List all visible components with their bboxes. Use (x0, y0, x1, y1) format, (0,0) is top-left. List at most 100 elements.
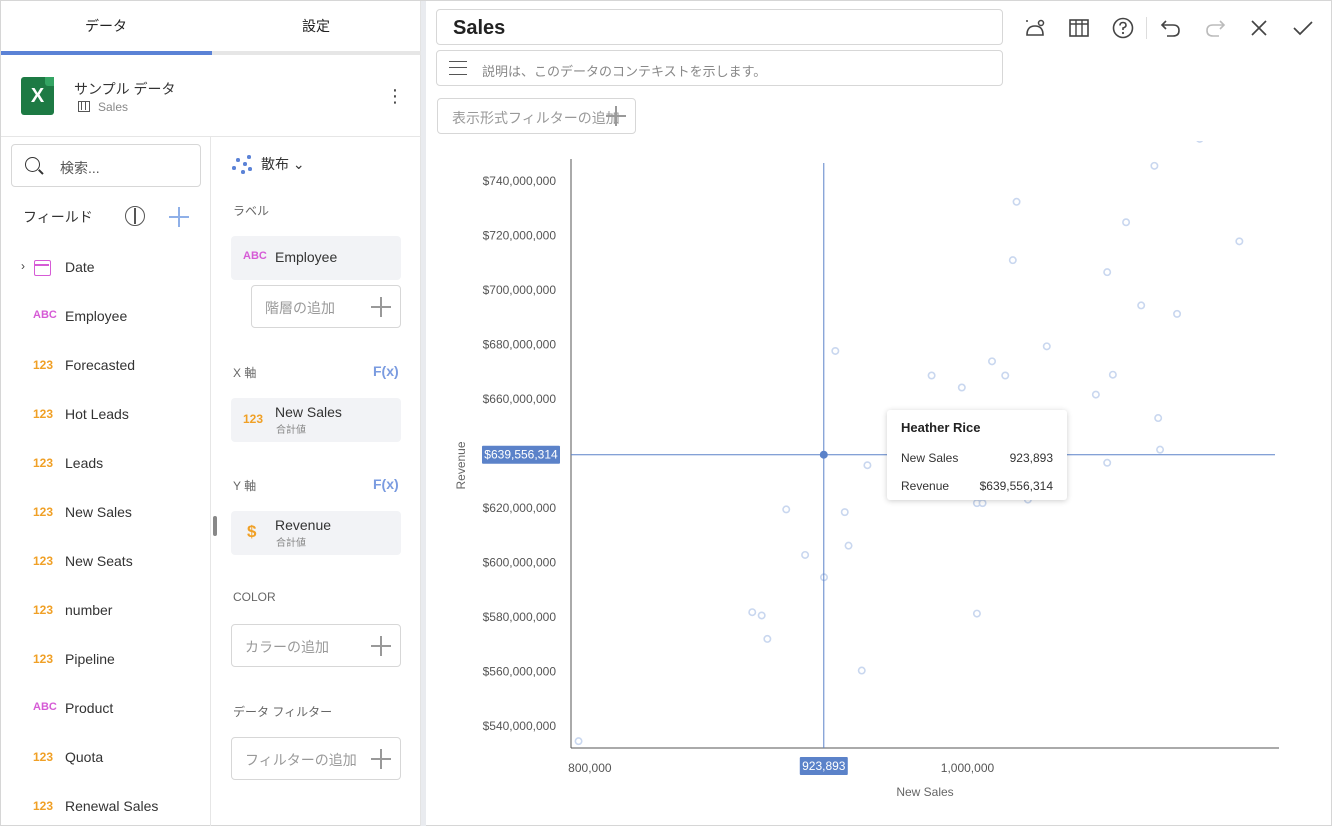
help-icon[interactable] (1110, 15, 1136, 41)
y-axis-title: Revenue (454, 441, 468, 489)
plus-icon (606, 106, 626, 126)
data-point (972, 609, 981, 618)
more-options-icon[interactable]: ⋮ (385, 87, 405, 107)
scatter-chart[interactable]: $540,000,000 $560,000,000 $580,000,000 $600… (431, 141, 1331, 826)
add-filter-button[interactable]: フィルターの追加 (231, 737, 401, 780)
menu-lines-icon (449, 61, 467, 75)
data-point (1150, 161, 1159, 170)
field-item-new-seats[interactable]: 123 New Seats (1, 538, 209, 587)
redo-icon[interactable] (1202, 15, 1228, 41)
label-section-title: ラベル (233, 204, 270, 218)
data-point (763, 634, 772, 643)
data-point-tooltip: Heather Rice New Sales 923,893 Revenue $… (887, 410, 1067, 500)
data-point (831, 346, 840, 355)
field-label: number (65, 602, 113, 618)
data-point (748, 608, 757, 617)
tooltip-key: New Sales (901, 451, 959, 465)
field-item-renewal-sales[interactable]: 123 Renewal Sales (1, 783, 209, 826)
data-point (1235, 237, 1244, 246)
close-icon[interactable] (1246, 15, 1272, 41)
number-type-icon: 123 (33, 456, 54, 470)
visualization-title-input[interactable]: Sales (436, 9, 1003, 45)
number-type-icon: 123 (33, 407, 54, 421)
y-tick-label: $720,000,000 (483, 228, 557, 242)
data-point (1012, 197, 1021, 206)
visualization-type-selector[interactable]: 散布 ⌄ (231, 154, 305, 174)
field-label: Leads (65, 455, 104, 471)
field-item-product[interactable]: ABC Product (1, 685, 209, 734)
table-icon[interactable] (1066, 15, 1092, 41)
data-point (1122, 218, 1131, 227)
add-color-button[interactable]: カラーの追加 (231, 624, 401, 667)
x-crosshair-label: 923,893 (802, 759, 846, 773)
calendar-icon (34, 260, 51, 276)
data-point (1108, 370, 1117, 379)
data-source-table: Sales (78, 100, 128, 114)
field-item-date[interactable]: › Date (1, 244, 209, 293)
x-axis-section-title: X 軸 (233, 366, 257, 380)
data-point (1173, 309, 1182, 318)
add-hierarchy-button[interactable]: 階層の追加 (251, 285, 401, 328)
excel-icon: X (21, 77, 54, 115)
y-tick-label: $540,000,000 (483, 719, 557, 733)
data-point (863, 461, 872, 470)
field-item-hot-leads[interactable]: 123 Hot Leads (1, 391, 209, 440)
field-label: Pipeline (65, 651, 115, 667)
field-item-employee[interactable]: ABC Employee (1, 293, 209, 342)
x-axis-field-pill[interactable]: 123 New Sales 合計値 (231, 398, 401, 442)
field-search-input[interactable]: 検索... (11, 144, 201, 187)
x-tick-label: 800,000 (568, 761, 612, 775)
field-item-forecasted[interactable]: 123 Forecasted (1, 342, 209, 391)
add-visual-filter-button[interactable]: 表示形式フィルターの追加 (437, 98, 636, 134)
add-field-button[interactable] (169, 207, 189, 227)
data-point (1008, 256, 1017, 265)
y-tick-label: $680,000,000 (483, 337, 557, 351)
number-type-icon: 123 (33, 652, 54, 666)
data-source-table-label: Sales (98, 100, 129, 114)
add-hierarchy-placeholder: 階層の追加 (265, 300, 335, 316)
data-point (978, 499, 987, 508)
search-placeholder: 検索... (60, 160, 100, 176)
add-filter-placeholder: フィルターの追加 (245, 752, 357, 768)
tab-data[interactable]: データ (1, 1, 211, 51)
y-axis-formula-button[interactable]: F(x) (373, 476, 399, 492)
chart-canvas[interactable]: $540,000,000 $560,000,000 $580,000,000 $600… (431, 141, 1331, 826)
x-axis-formula-button[interactable]: F(x) (373, 363, 399, 379)
field-label: Employee (65, 308, 128, 324)
number-type-icon: 123 (33, 750, 54, 764)
theme-icon[interactable] (1022, 15, 1048, 41)
app-window: データ 設定 X サンプル データ Sales ⋮ 検索... フィールド › … (0, 0, 1332, 826)
panel-splitter[interactable] (421, 1, 426, 826)
y-tick-label: $580,000,000 (483, 610, 557, 624)
y-tick-label: $700,000,000 (483, 283, 557, 297)
y-crosshair-label: $639,556,314 (484, 448, 558, 462)
toolbar-separator (1146, 17, 1147, 39)
field-item-quota[interactable]: 123 Quota (1, 734, 209, 783)
undo-icon[interactable] (1158, 15, 1184, 41)
y-tick-label: $660,000,000 (483, 392, 557, 406)
data-point (782, 505, 791, 514)
label-field-pill[interactable]: ABC Employee (231, 236, 401, 280)
field-item-leads[interactable]: 123 Leads (1, 440, 209, 489)
number-type-icon: 123 (33, 799, 54, 813)
field-label: Hot Leads (65, 406, 129, 422)
chevron-right-icon[interactable]: › (21, 259, 25, 273)
data-panel: データ 設定 X サンプル データ Sales ⋮ 検索... フィールド › … (1, 1, 421, 826)
field-item-number[interactable]: 123 number (1, 587, 209, 636)
field-item-new-sales[interactable]: 123 New Sales (1, 489, 209, 538)
y-axis-field-pill[interactable]: $ Revenue 合計値 (231, 511, 401, 555)
data-point (1137, 301, 1146, 310)
data-point (574, 737, 583, 746)
check-icon[interactable] (1290, 15, 1316, 41)
tab-settings[interactable]: 設定 (211, 1, 421, 51)
color-section-title: COLOR (233, 590, 276, 604)
data-filter-section-title: データ フィルター (233, 705, 333, 719)
number-type-icon: 123 (33, 505, 54, 519)
brain-icon[interactable] (125, 206, 145, 226)
number-type-icon: 123 (33, 358, 54, 372)
description-input[interactable]: 説明は、このデータのコンテキストを示します。 (436, 50, 1003, 86)
field-item-pipeline[interactable]: 123 Pipeline (1, 636, 209, 685)
field-label: Product (65, 700, 114, 716)
data-point (1091, 390, 1100, 399)
data-point (1196, 141, 1204, 143)
